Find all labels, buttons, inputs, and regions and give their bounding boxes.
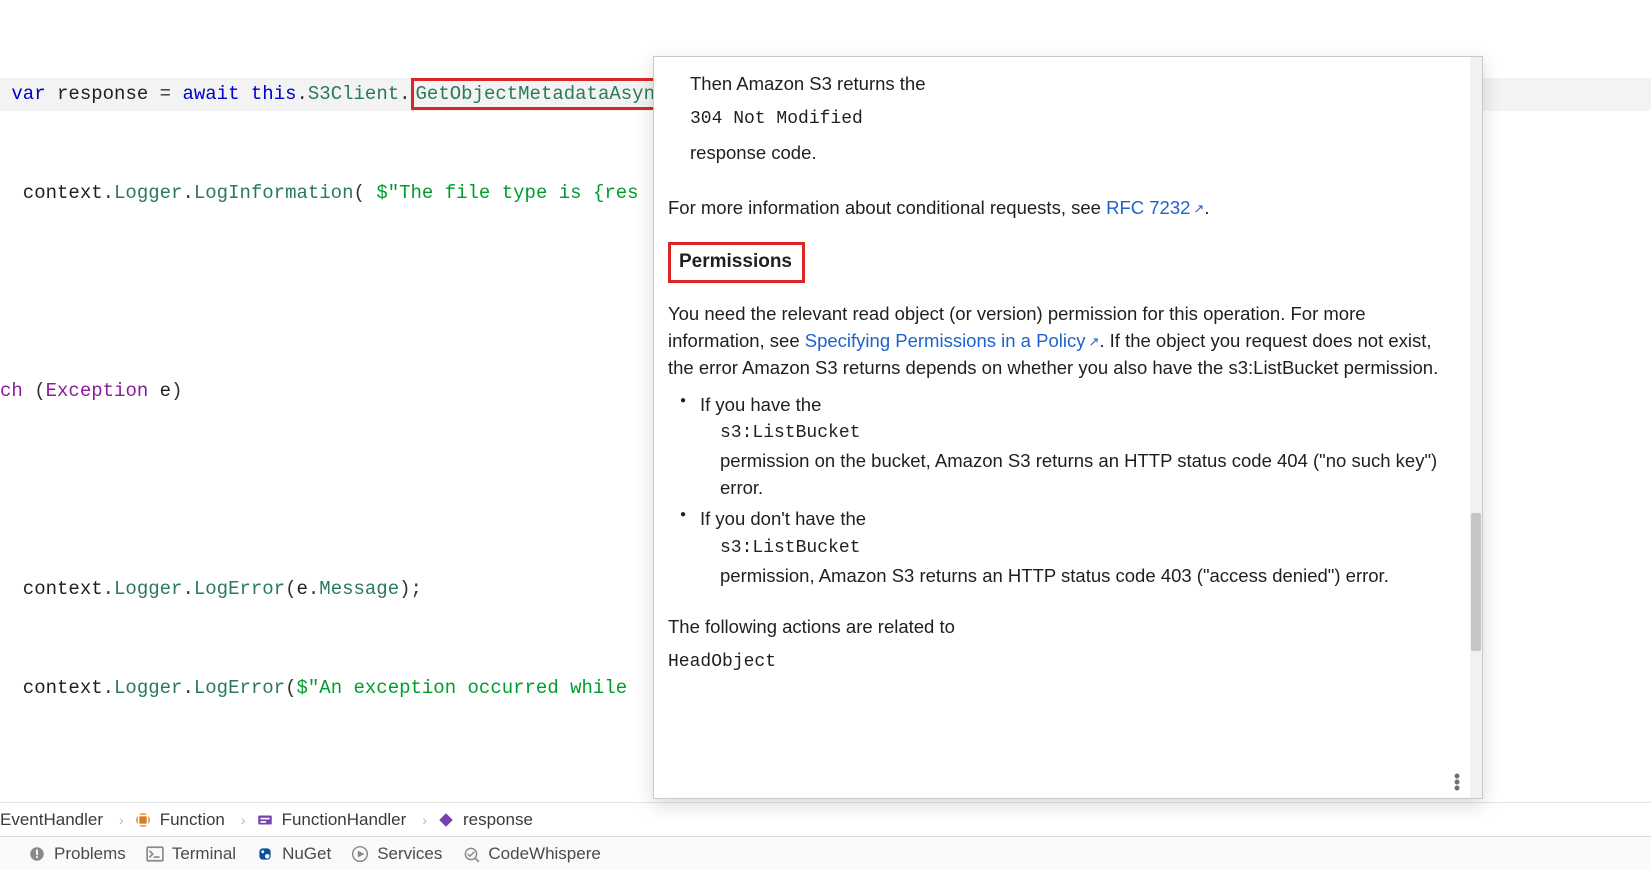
doc-heading-row: Permissions <box>668 242 1456 284</box>
doc-code-text: HeadObject <box>668 649 1456 675</box>
popup-scrollbar[interactable] <box>1470 57 1482 798</box>
services-icon <box>351 845 369 863</box>
documentation-content: Then Amazon S3 returns the 304 Not Modif… <box>654 57 1468 798</box>
rfc-link[interactable]: RFC 7232↗ <box>1106 197 1204 218</box>
scrollbar-thumb[interactable] <box>1471 513 1481 651</box>
doc-text: response code. <box>668 140 1456 167</box>
documentation-popup[interactable]: Then Amazon S3 returns the 304 Not Modif… <box>653 56 1483 799</box>
variable-icon <box>437 811 455 829</box>
tab-terminal[interactable]: Terminal <box>146 844 236 864</box>
terminal-icon <box>146 845 164 863</box>
doc-text: Then Amazon S3 returns the <box>668 71 1456 98</box>
tab-problems[interactable]: Problems <box>28 844 126 864</box>
doc-paragraph: You need the relevant read object (or ve… <box>668 301 1456 381</box>
nuget-icon <box>256 845 274 863</box>
list-item: If you have the s3:ListBucket permission… <box>680 392 1456 503</box>
list-item: If you don't have the s3:ListBucket perm… <box>680 506 1456 590</box>
breadcrumb: EventHandler› Function› FunctionHandler›… <box>0 802 1651 836</box>
tool-window-bar: Problems Terminal NuGet Services CodeWhi… <box>0 836 1651 870</box>
popup-more-icon[interactable]: ••• <box>1450 774 1464 792</box>
tab-services[interactable]: Services <box>351 844 442 864</box>
crumb-eventhandler[interactable]: EventHandler› <box>0 810 124 830</box>
doc-code-text: 304 Not Modified <box>668 106 1456 132</box>
permissions-heading: Permissions <box>668 242 805 284</box>
doc-paragraph: For more information about conditional r… <box>668 195 1456 222</box>
class-icon <box>134 811 152 829</box>
crumb-functionhandler[interactable]: FunctionHandler› <box>256 810 427 830</box>
tab-nuget[interactable]: NuGet <box>256 844 331 864</box>
problems-icon <box>28 845 46 863</box>
crumb-function[interactable]: Function› <box>134 810 246 830</box>
crumb-response[interactable]: response <box>437 810 533 830</box>
highlighted-method: GetObjectMetadataAsync <box>416 83 667 105</box>
tab-codewhisperer[interactable]: CodeWhispere <box>462 844 600 864</box>
doc-text: The following actions are related to <box>668 614 1456 641</box>
permissions-policy-link[interactable]: Specifying Permissions in a Policy↗ <box>805 330 1100 351</box>
doc-bullet-list: If you have the s3:ListBucket permission… <box>680 392 1456 590</box>
method-icon <box>256 811 274 829</box>
codewhisperer-icon <box>462 845 480 863</box>
